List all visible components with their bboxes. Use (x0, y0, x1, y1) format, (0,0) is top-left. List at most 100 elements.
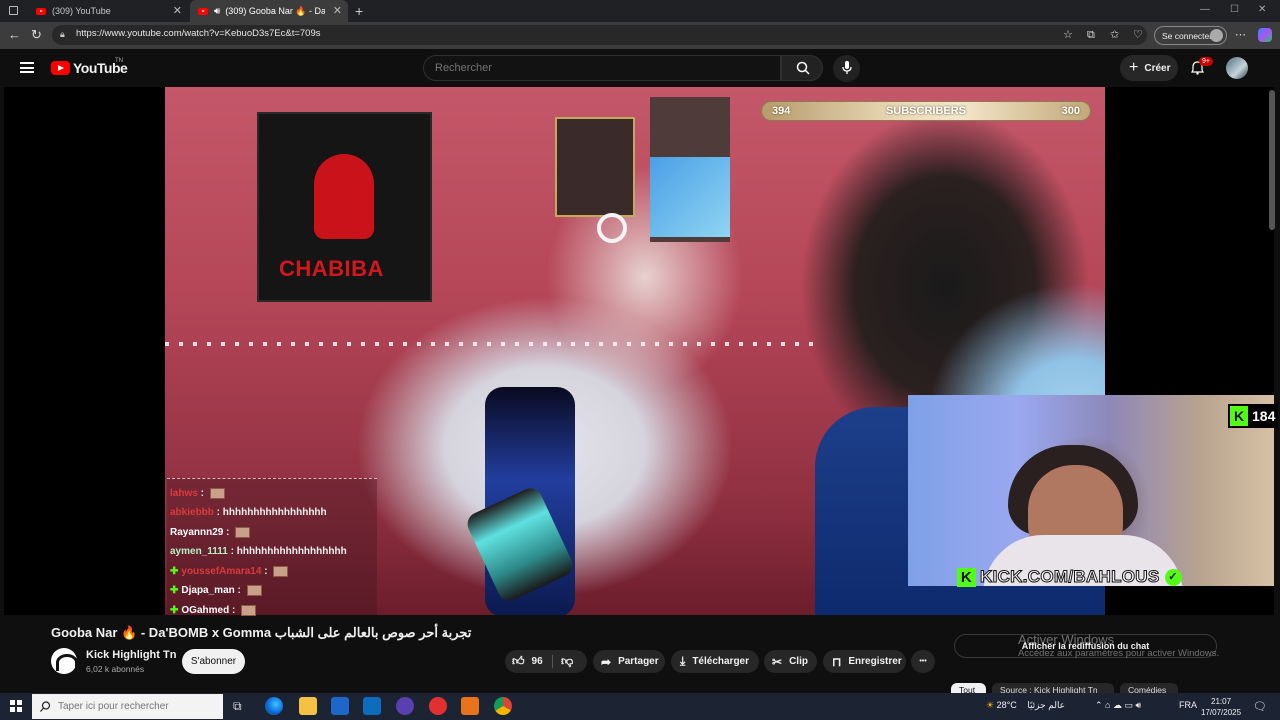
discord-app-icon[interactable] (396, 697, 414, 715)
viewer-count: 184 (1252, 408, 1276, 424)
voice-search-button[interactable] (833, 55, 860, 82)
taskbar-clock[interactable]: 21:07 17/07/2025 (1201, 696, 1241, 718)
account-avatar[interactable] (1226, 57, 1248, 79)
minimize-button[interactable]: — (1200, 4, 1210, 15)
wall-poster: CHABIBA (257, 112, 432, 302)
edge-app-icon[interactable] (265, 697, 283, 715)
menu-icon[interactable] (20, 62, 34, 73)
subscribe-button[interactable]: S'abonner (182, 649, 245, 674)
tab-label: (309) YouTube (52, 6, 111, 16)
vlc-app-icon[interactable] (461, 697, 479, 715)
reload-icon[interactable]: ↻ (31, 28, 42, 42)
youtube-play-icon (51, 61, 70, 75)
tab-actions-icon[interactable] (9, 6, 18, 15)
thumbs-down-icon[interactable]: 👎︎ (561, 654, 573, 669)
chat-separator: : (261, 566, 271, 578)
chat-emote-icon (241, 605, 257, 616)
chat-username: lahws (170, 488, 198, 500)
weather-temp: 28°C (996, 700, 1017, 710)
microphone-icon (842, 61, 852, 74)
logo-country: TN (115, 58, 123, 64)
extensions-icon[interactable]: ⧉ (1087, 28, 1095, 42)
windows-start-icon[interactable] (10, 700, 22, 712)
chat-text: hhhhhhhhhhhhhhhhhh (236, 546, 347, 557)
browser-tab-strip: (309) YouTube ✕ 🔊︎ (309) Gooba Nar 🔥 - D… (0, 0, 1280, 22)
maximize-button[interactable]: ☐ (1230, 4, 1239, 15)
favorites-icon[interactable]: ✩ (1110, 28, 1119, 42)
tray-icons[interactable]: ⌃ ⌂ ☁ ▭ 🔊︎ (1095, 700, 1141, 711)
back-arrow-icon[interactable]: ← (8, 28, 21, 42)
share-button[interactable]: ➦ Partager (593, 650, 665, 673)
clip-button[interactable]: ✂ Clip (764, 650, 817, 673)
sign-in-button[interactable]: Se connecter (1154, 26, 1227, 45)
led-strip (165, 342, 815, 346)
language-indicator[interactable]: FRA (1179, 700, 1197, 710)
chat-username: OGahmed (181, 605, 230, 617)
chat-emote-icon (246, 585, 262, 596)
page-scrollbar[interactable] (1269, 90, 1275, 230)
tab-current-video[interactable]: 🔊︎ (309) Gooba Nar 🔥 - Da'BOMB ✕ (190, 0, 348, 22)
scissors-icon: ✂ (772, 654, 783, 669)
sign-in-label: Se connecter (1162, 30, 1213, 41)
search-icon (40, 701, 51, 712)
chat-emote-icon (235, 527, 251, 538)
channel-avatar[interactable] (51, 648, 78, 674)
weather-widget[interactable]: ☀ 28°C عالم جزئيًا (986, 700, 1065, 711)
weather-desc: عالم جزئيًا (1027, 700, 1066, 710)
more-actions-button[interactable]: ••• (911, 650, 935, 673)
search-input[interactable] (423, 55, 781, 81)
chat-separator: : (197, 488, 207, 500)
video-title: Gooba Nar 🔥 - Da'BOMB x Gomma تجربة أحر … (51, 625, 472, 640)
chrome-app-icon[interactable] (494, 697, 512, 715)
close-icon[interactable]: ✕ (333, 4, 342, 17)
share-label: Partager (618, 656, 659, 667)
clock-time: 21:07 (1211, 697, 1232, 706)
chat-message: ✚ Djapa_man : (170, 585, 262, 596)
store-app-icon[interactable] (331, 697, 349, 715)
notification-center-icon[interactable]: 🗨 (1253, 700, 1267, 713)
file-explorer-icon[interactable] (299, 697, 317, 715)
thumbs-up-icon[interactable]: 👍︎ (512, 654, 525, 669)
chat-message: ✚ OGahmed : (170, 605, 257, 617)
ring-light (597, 213, 627, 243)
viewer-counter: K 184 (1228, 404, 1278, 428)
chat-separator: : (227, 546, 237, 557)
lock-icon[interactable]: 🔒︎ (60, 29, 65, 40)
poster-face-graphic (314, 154, 374, 239)
chat-username: Rayannn29 (170, 527, 224, 539)
search-button[interactable] (781, 55, 823, 81)
close-icon[interactable]: ✕ (173, 4, 182, 17)
channel-name[interactable]: Kick Highlight Tn (86, 649, 176, 661)
streamer-facecam (908, 395, 1274, 586)
activate-windows-title: Activer Windows (1018, 632, 1115, 647)
chat-message: aymen_1111 : hhhhhhhhhhhhhhhhhh (170, 546, 347, 557)
kick-logo-icon: K (1230, 406, 1248, 426)
outlook-app-icon[interactable] (363, 697, 381, 715)
chat-emote-icon (209, 488, 225, 499)
subscriber-goal-target: 300 (1061, 105, 1080, 117)
chat-separator: : (234, 585, 244, 597)
url-text[interactable]: https://www.youtube.com/watch?v=KebuoD3s… (76, 28, 321, 39)
youtube-logo[interactable]: YouTube TN (51, 58, 128, 76)
chat-message: lahws : (170, 488, 225, 499)
youtube-favicon-icon (198, 7, 208, 15)
more-menu-icon[interactable]: ⋯ (1235, 28, 1246, 42)
close-window-button[interactable]: ✕ (1258, 4, 1266, 15)
create-button[interactable]: + Créer (1120, 55, 1178, 81)
taskbar-search-input[interactable] (32, 694, 223, 719)
recorder-app-icon[interactable] (429, 697, 447, 715)
blue-card (650, 157, 730, 237)
tab-youtube-home[interactable]: (309) YouTube ✕ (28, 0, 188, 22)
subscriber-badge-icon: ✚ (170, 585, 179, 597)
collections-icon[interactable]: ♡ (1133, 28, 1143, 42)
subscriber-badge-icon: ✚ (170, 566, 179, 578)
task-view-icon[interactable]: ⧉ (233, 699, 242, 714)
chat-message: ✚ youssefAmara14 : (170, 566, 289, 578)
download-button[interactable]: ⤓ Télécharger (671, 650, 759, 673)
speaker-icon[interactable]: 🔊︎ (214, 6, 220, 17)
new-tab-button[interactable]: + (355, 3, 363, 19)
favorite-star-icon[interactable]: ☆ (1063, 28, 1073, 42)
like-count[interactable]: 96 (532, 656, 543, 667)
save-button[interactable]: ⊓ Enregistrer (823, 650, 906, 673)
copilot-icon[interactable] (1258, 28, 1272, 42)
